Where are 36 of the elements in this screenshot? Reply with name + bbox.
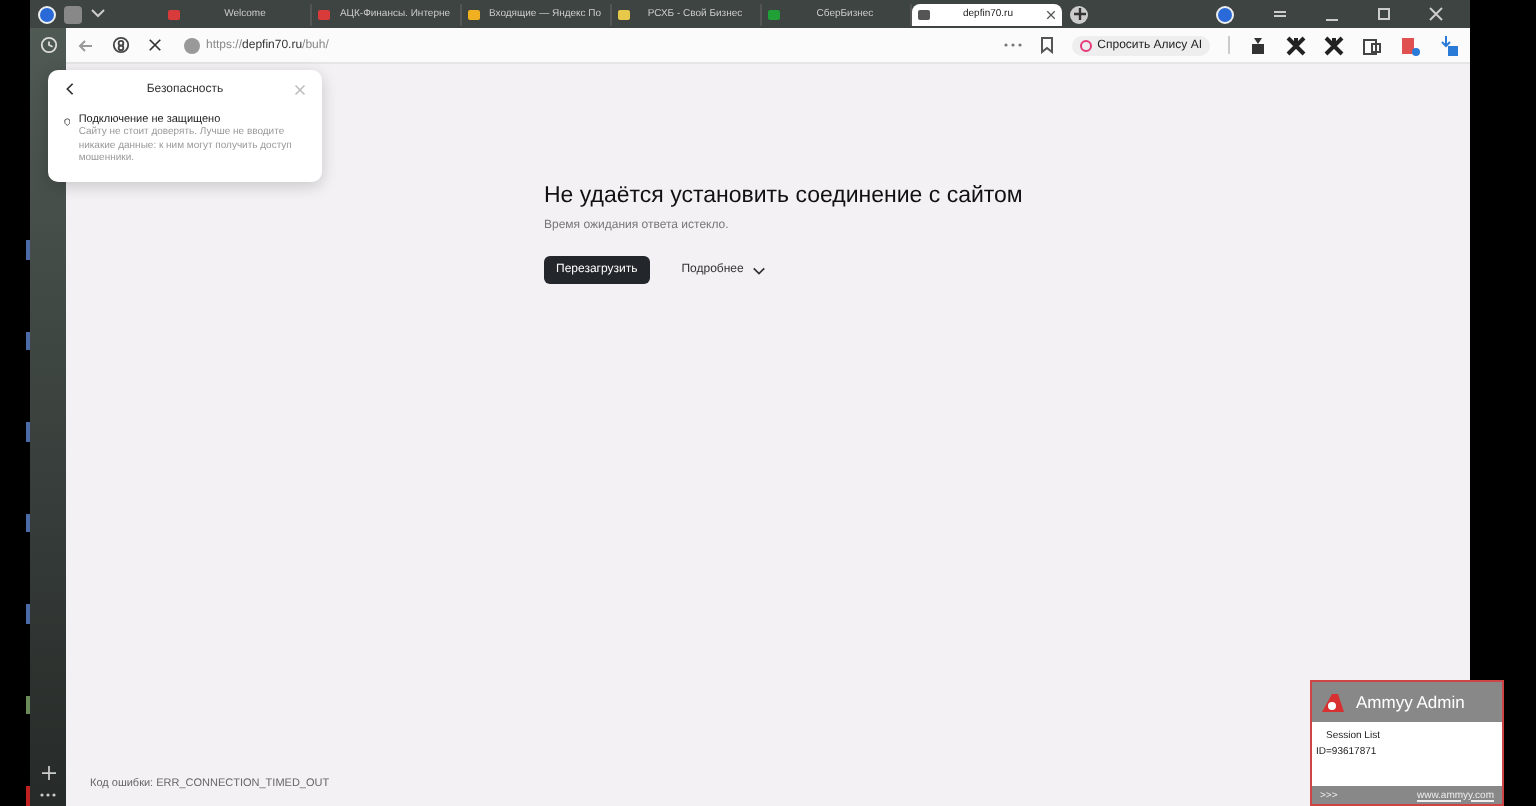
app-title: Ammyy Admin [1356, 692, 1465, 712]
more-icon[interactable] [1003, 42, 1022, 48]
extension-icon[interactable] [1286, 35, 1306, 55]
chevron-icon[interactable] [90, 8, 106, 20]
chevron-down-icon[interactable] [751, 265, 766, 275]
extension-icon[interactable] [1362, 35, 1382, 55]
close-tab-icon[interactable] [1046, 9, 1056, 19]
site-info-icon[interactable] [184, 37, 200, 53]
history-icon[interactable] [39, 36, 57, 54]
download-icon[interactable] [1438, 35, 1458, 55]
extension-icon[interactable] [1248, 35, 1268, 55]
profile-icon[interactable] [38, 5, 56, 23]
desktop-marker-icon [26, 695, 30, 715]
shield-icon[interactable] [112, 36, 130, 54]
profile-icon[interactable] [1216, 5, 1234, 23]
tab-group-icon[interactable] [64, 5, 82, 23]
desktop-marker-icon [26, 786, 30, 806]
desktop-marker-icon [26, 513, 30, 533]
add-icon[interactable] [41, 766, 55, 780]
warning-shield-icon [64, 114, 71, 130]
new-tab-button[interactable] [1070, 5, 1088, 23]
menu-icon[interactable] [1272, 6, 1288, 22]
extension-icon[interactable] [1324, 35, 1344, 55]
desktop-marker-icon [26, 331, 30, 351]
maximize-icon[interactable] [1376, 6, 1392, 22]
bookmark-icon[interactable] [1039, 36, 1054, 54]
back-icon[interactable] [64, 82, 76, 96]
desktop-marker-icon [26, 240, 30, 260]
close-icon[interactable] [1428, 6, 1444, 22]
document-icon[interactable] [1400, 35, 1420, 55]
desktop-marker-icon [26, 604, 30, 624]
stop-icon[interactable] [148, 38, 162, 52]
desktop-marker-icon [26, 422, 30, 442]
app-logo-icon [1320, 691, 1346, 713]
error-title: Не удаётся установить соединение с сайтом [544, 184, 1025, 208]
more-icon[interactable] [40, 792, 56, 798]
